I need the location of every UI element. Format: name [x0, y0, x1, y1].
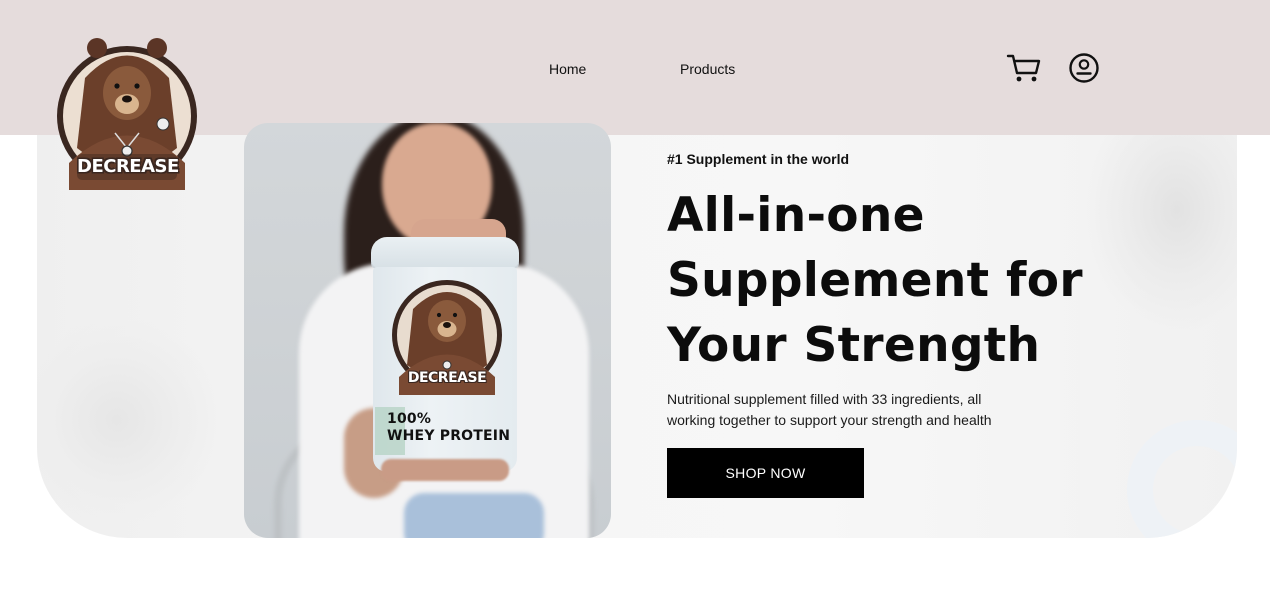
cart-icon [1006, 54, 1041, 82]
jar-label-product: WHEY PROTEIN [387, 428, 511, 444]
hero-product-image: DECREASE 100% WHEY PROTEIN [244, 123, 611, 538]
hero-background-ring [1127, 420, 1237, 538]
brand-logo[interactable]: DECREASE [55, 38, 200, 190]
hero-background-decoration-left [37, 310, 217, 530]
cart-button[interactable] [1006, 52, 1042, 84]
hero-headline-line-1: All-in-one [667, 188, 925, 243]
shop-now-button[interactable]: SHOP NOW [667, 448, 864, 498]
hero-headline-line-2: Supplement for [667, 253, 1083, 308]
protein-jar: DECREASE 100% WHEY PROTEIN [371, 219, 519, 481]
hero-description: Nutritional supplement filled with 33 in… [667, 391, 992, 428]
nav-products-link[interactable]: Products [680, 61, 735, 77]
hero-headline-line-3: Your Strength [667, 318, 1041, 373]
jar-brand-text: DECREASE [407, 370, 487, 386]
brand-logo-text: DECREASE [77, 156, 179, 177]
account-button[interactable] [1068, 52, 1100, 84]
jar-body: DECREASE 100% WHEY PROTEIN [373, 267, 517, 472]
account-icon [1069, 53, 1099, 83]
hands-under-jar [381, 459, 509, 481]
hero-headline: All-in-one Supplement for Your Strength [667, 183, 1087, 378]
jar-lid [371, 237, 519, 267]
hero-eyebrow: #1 Supplement in the world [667, 151, 850, 167]
page: Home Products DECREASE DECREASE 100% WHE… [0, 0, 1270, 598]
jar-label-percent: 100% [387, 411, 432, 427]
hero-background-decoration-right [1087, 130, 1237, 330]
model-legs [404, 493, 544, 538]
nav-home-link[interactable]: Home [549, 61, 586, 77]
